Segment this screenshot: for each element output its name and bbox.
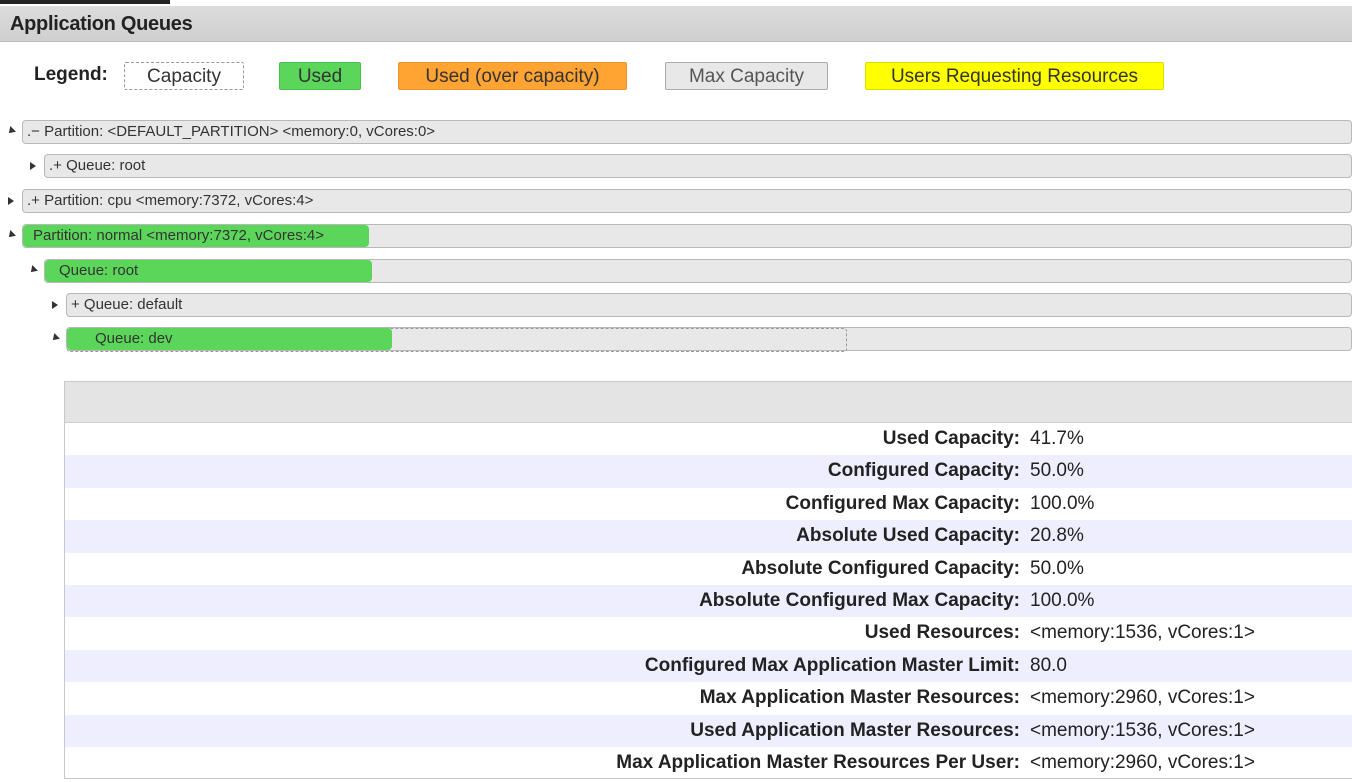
queue-details-panel: Used Capacity: 41.7% Configured Capacity: 5… [64,381,1352,779]
tree-node-label: Queue: root [59,262,139,279]
legend-capacity: Capacity [124,62,244,90]
detail-value: 41.7% [1030,428,1084,449]
detail-value: 100.0% [1030,492,1095,514]
legend-over-capacity: Used (over capacity) [398,62,627,90]
detail-value: <memory:2960, vCores:1> [1030,751,1255,773]
queue-bar[interactable]: + Queue: default [66,293,1352,317]
legend: Legend: Capacity Used Used (over capacit… [0,58,1352,98]
detail-value: <memory:1536, vCores:1> [1030,719,1255,741]
legend-title: Legend: [34,64,108,85]
detail-value: 50.0% [1030,460,1084,482]
detail-value: <memory:1536, vCores:1> [1030,622,1255,644]
partition-bar[interactable]: .+ Partition: cpu <memory:7372, vCores:4… [22,189,1352,213]
queue-bar[interactable]: .+ Queue: root [44,154,1352,178]
tree-node-default-root[interactable]: .+ Queue: root [0,154,1352,180]
tree-node-default-queue[interactable]: + Queue: default [0,293,1352,319]
legend-users-requesting: Users Requesting Resources [865,62,1164,90]
partition-bar[interactable]: .− Partition: <DEFAULT_PARTITION> <memor… [22,120,1352,144]
tree-node-default-partition[interactable]: .− Partition: <DEFAULT_PARTITION> <memor… [0,120,1352,146]
detail-label: Used Capacity: [882,428,1020,449]
tree-node-normal-partition[interactable]: Partition: normal <memory:7372, vCores:4… [0,224,1352,250]
detail-value: <memory:2960, vCores:1> [1030,687,1255,709]
detail-label: Configured Capacity: [827,460,1020,482]
detail-row: Configured Capacity: 50.0% [65,455,1352,488]
partition-bar[interactable]: Partition: normal <memory:7372, vCores:4… [22,224,1352,248]
detail-value: 80.0 [1030,654,1067,676]
tree-node-label: Partition: normal <memory:7372, vCores:4… [33,227,324,244]
collapsed-arrow-icon[interactable] [8,197,14,205]
tree-node-dev-queue[interactable]: Queue: dev [0,327,1352,353]
legend-max-capacity: Max Capacity [665,62,828,90]
details-table: Used Capacity: 41.7% Configured Capacity: 5… [65,423,1352,779]
detail-label: Max Application Master Resources Per Use… [616,751,1020,773]
detail-label: Configured Max Application Master Limit: [644,654,1020,676]
detail-row: Used Resources: <memory:1536, vCores:1> [65,617,1352,649]
detail-row: Used Application Master Resources: <memor… [65,714,1352,747]
queue-bar[interactable]: Queue: root [44,259,1352,283]
expanded-arrow-icon[interactable] [28,265,38,275]
tree-node-label: .+ Queue: root [49,157,146,174]
tree-node-label: Queue: dev [95,330,173,347]
queue-bar[interactable]: Queue: dev [66,327,1352,352]
detail-row: Used Capacity: 41.7% [65,423,1352,455]
collapsed-arrow-icon[interactable] [30,162,36,170]
detail-row: Max Application Master Resources Per Use… [65,747,1352,779]
expanded-arrow-icon[interactable] [50,333,60,343]
tree-node-label: .− Partition: <DEFAULT_PARTITION> <memor… [27,123,436,140]
top-accent-line [0,0,170,4]
detail-value: 20.8% [1030,525,1084,547]
expanded-arrow-icon[interactable] [6,126,16,136]
detail-value: 100.0% [1030,589,1095,611]
detail-label: Used Resources: [864,622,1020,644]
detail-label: Used Application Master Resources: [690,719,1020,741]
detail-row: Configured Max Application Master Limit:… [65,649,1352,683]
tree-node-normal-root[interactable]: Queue: root [0,259,1352,285]
page-title: Application Queues [0,6,1352,42]
tree-node-label: + Queue: default [71,296,183,313]
collapsed-arrow-icon[interactable] [52,301,58,309]
detail-row: Configured Max Capacity: 100.0% [65,488,1352,520]
tree-node-label: .+ Partition: cpu <memory:7372, vCores:4… [27,192,314,209]
legend-used: Used [279,62,361,90]
details-header [65,382,1352,423]
detail-label: Absolute Configured Capacity: [741,557,1020,579]
detail-row: Absolute Used Capacity: 20.8% [65,520,1352,553]
tree-node-cpu-partition[interactable]: .+ Partition: cpu <memory:7372, vCores:4… [0,189,1352,215]
detail-value: 50.0% [1030,557,1084,579]
detail-row: Absolute Configured Max Capacity: 100.0% [65,584,1352,618]
detail-row: Absolute Configured Capacity: 50.0% [65,553,1352,585]
detail-label: Configured Max Capacity: [785,492,1020,514]
detail-label: Max Application Master Resources: [699,687,1020,709]
detail-row: Max Application Master Resources: <memory… [65,682,1352,714]
expanded-arrow-icon[interactable] [6,230,16,240]
detail-label: Absolute Configured Max Capacity: [699,589,1020,611]
detail-label: Absolute Used Capacity: [796,525,1020,547]
